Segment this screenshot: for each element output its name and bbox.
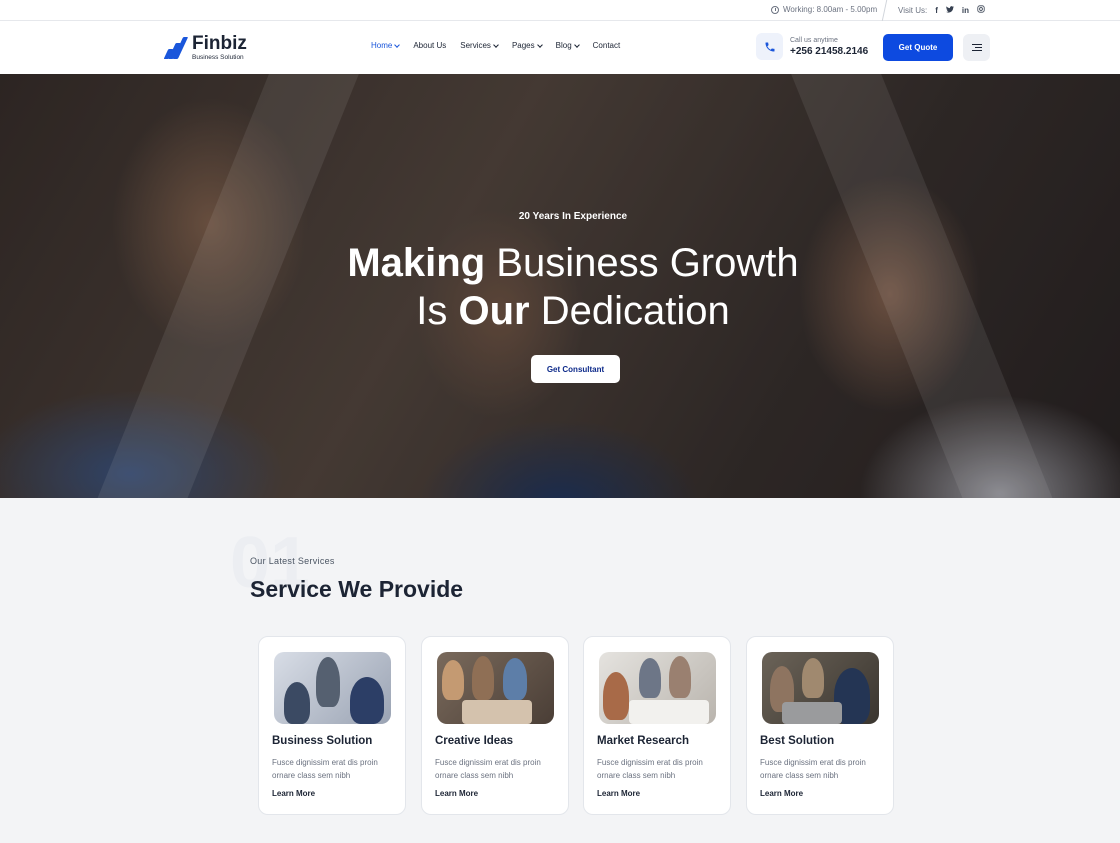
hero-experience: 20 Years In Experience	[518, 211, 628, 222]
section-subtitle: Our Latest Services	[250, 556, 335, 566]
instagram-icon[interactable]	[977, 5, 985, 15]
clock-icon	[771, 5, 779, 14]
nav-item-services[interactable]: Services	[460, 41, 499, 50]
service-image	[599, 652, 716, 724]
logo-icon	[162, 37, 189, 59]
call-number: +256 21458.2146	[790, 45, 869, 57]
service-title: Creative Ideas	[435, 735, 513, 747]
learn-more-link[interactable]: Learn More	[272, 789, 315, 798]
service-title: Market Research	[597, 735, 690, 747]
facebook-icon[interactable]: f	[935, 6, 938, 15]
brand-logo[interactable]: Finbiz Business Solution	[162, 33, 247, 61]
chevron-down-icon	[394, 41, 401, 48]
learn-more-link[interactable]: Learn More	[435, 789, 478, 798]
phone-icon	[756, 33, 783, 60]
chevron-down-icon	[493, 41, 499, 48]
service-image	[437, 652, 554, 724]
linkedin-icon[interactable]: in	[962, 6, 969, 15]
hero-title-line2: Is Our Dedication	[416, 289, 730, 333]
brand-tagline: Business Solution	[192, 54, 244, 61]
service-card[interactable]: Business Solution Fusce dignissim erat d…	[258, 636, 406, 815]
service-image	[762, 652, 879, 724]
service-description: Fusce dignissim erat dis proin ornare cl…	[272, 758, 378, 780]
service-image	[274, 652, 391, 724]
learn-more-link[interactable]: Learn More	[760, 789, 803, 798]
nav-label-contact: Contact	[592, 41, 621, 50]
service-card[interactable]: Creative Ideas Fusce dignissim erat dis …	[421, 636, 569, 815]
service-card[interactable]: Best Solution Fusce dignissim erat dis p…	[746, 636, 894, 815]
main-header: Finbiz Business Solution Home About Us S…	[0, 21, 1120, 74]
nav-item-blog[interactable]: Blog	[555, 41, 580, 50]
nav-item-home[interactable]: Home	[371, 41, 401, 50]
social-links: Visit Us: f in	[898, 5, 985, 15]
nav-label-pages: Pages	[511, 41, 535, 50]
chevron-down-icon	[536, 41, 543, 48]
hero-title-line1: Making Business Growth	[347, 241, 799, 285]
menu-toggle-button[interactable]	[963, 34, 990, 61]
top-bar: Working: 8.00am - 5.00pm Visit Us: f in	[0, 0, 1120, 21]
service-description: Fusce dignissim erat dis proin ornare cl…	[760, 758, 866, 780]
service-title: Business Solution	[272, 735, 373, 747]
nav-item-pages[interactable]: Pages	[511, 41, 543, 50]
hero-section: 20 Years In Experience Making Business G…	[0, 74, 1120, 498]
twitter-icon[interactable]	[945, 5, 954, 15]
nav-item-contact[interactable]: Contact	[593, 41, 621, 50]
service-description: Fusce dignissim erat dis proin ornare cl…	[597, 758, 703, 780]
service-card[interactable]: Market Research Fusce dignissim erat dis…	[583, 636, 731, 815]
working-hours: Working: 8.00am - 5.00pm	[771, 5, 877, 14]
call-label: Call us anytime	[790, 36, 838, 44]
services-section: 01 Our Latest Services Service We Provid…	[0, 498, 1120, 843]
brand-name: Finbiz	[192, 33, 247, 54]
service-description: Fusce dignissim erat dis proin ornare cl…	[435, 758, 541, 780]
visit-label: Visit Us:	[898, 5, 928, 15]
service-title: Best Solution	[760, 735, 835, 747]
call-info[interactable]: Call us anytime +256 21458.2146	[756, 33, 868, 60]
learn-more-link[interactable]: Learn More	[597, 789, 640, 798]
main-nav: Home About Us Services Pages Blog Contac…	[371, 41, 634, 50]
working-hours-text: Working: 8.00am - 5.00pm	[783, 5, 878, 14]
nav-label-home: Home	[371, 41, 393, 50]
nav-label-blog: Blog	[555, 41, 572, 50]
chevron-down-icon	[573, 41, 580, 48]
nav-label-services: Services	[460, 41, 491, 50]
get-quote-button[interactable]: Get Quote	[883, 34, 953, 61]
topbar-divider	[881, 0, 888, 21]
section-title: Service We Provide	[250, 576, 464, 602]
nav-label-about: About Us	[413, 41, 447, 50]
get-consultant-button[interactable]: Get Consultant	[531, 355, 620, 383]
nav-item-about[interactable]: About Us	[413, 41, 446, 50]
